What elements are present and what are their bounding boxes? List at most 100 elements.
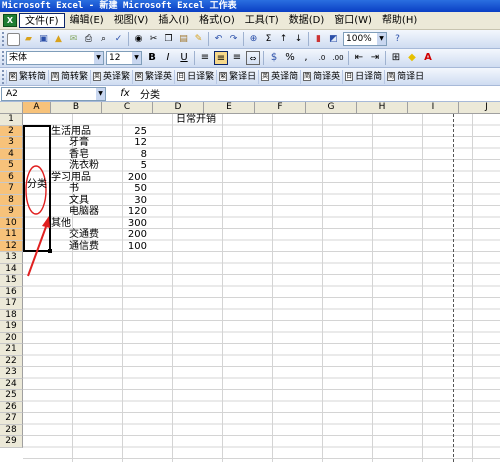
formula-input[interactable]: 分类: [134, 86, 160, 101]
percent-button[interactable]: %: [283, 51, 297, 65]
row-header-21[interactable]: 21: [0, 344, 23, 356]
cell-c-value[interactable]: 50: [103, 183, 147, 194]
menu-format[interactable]: 格式(O): [194, 13, 240, 28]
permission-icon[interactable]: ▲: [52, 33, 65, 46]
translate-button-8[interactable]: 日日译简: [342, 69, 384, 84]
column-header-g[interactable]: G: [306, 102, 357, 114]
translate-button-7[interactable]: 简简译英: [300, 69, 342, 84]
menu-tools[interactable]: 工具(T): [240, 13, 284, 28]
translate-button-6[interactable]: 英英译简: [258, 69, 300, 84]
sort-desc-icon[interactable]: ↓: [292, 33, 305, 46]
redo-icon[interactable]: ↷: [227, 33, 240, 46]
column-header-f[interactable]: F: [255, 102, 306, 114]
align-left-icon[interactable]: ≡: [198, 51, 212, 65]
row-header-18[interactable]: 18: [0, 309, 23, 321]
column-header-i[interactable]: I: [408, 102, 459, 114]
cell-c-value[interactable]: 12: [103, 137, 147, 148]
row-header-27[interactable]: 27: [0, 413, 23, 425]
translate-button-0[interactable]: 繁繁转简: [6, 69, 48, 84]
column-header-h[interactable]: H: [357, 102, 408, 114]
comma-icon[interactable]: ,: [299, 51, 313, 65]
cell-c-value[interactable]: 300: [103, 218, 147, 229]
column-header-e[interactable]: E: [204, 102, 255, 114]
format-painter-icon[interactable]: ✎: [192, 33, 205, 46]
merge-center-icon[interactable]: ⇔: [246, 51, 260, 65]
cell-c1-header[interactable]: 日常开销: [176, 114, 236, 125]
research-icon[interactable]: ◉: [132, 33, 145, 46]
cell-c-value[interactable]: 5: [103, 160, 147, 171]
cell-c-value[interactable]: 25: [103, 126, 147, 137]
underline-button[interactable]: U: [177, 51, 191, 65]
select-all-corner[interactable]: [0, 102, 23, 114]
row-header-29[interactable]: 29: [0, 436, 23, 448]
align-right-icon[interactable]: ≡: [230, 51, 244, 65]
row-header-24[interactable]: 24: [0, 378, 23, 390]
column-header-b[interactable]: B: [51, 102, 102, 114]
row-header-23[interactable]: 23: [0, 367, 23, 379]
cell-c-value[interactable]: 100: [103, 241, 147, 252]
copy-icon[interactable]: ❐: [162, 33, 175, 46]
row-header-1[interactable]: 1: [0, 114, 23, 126]
menu-data[interactable]: 数据(D): [284, 13, 330, 28]
new-icon[interactable]: [7, 32, 20, 46]
chart-wizard-icon[interactable]: ▮: [312, 33, 325, 46]
align-center-icon[interactable]: ≡: [214, 51, 228, 65]
row-header-16[interactable]: 16: [0, 286, 23, 298]
email-icon[interactable]: ✉: [67, 33, 80, 46]
row-header-8[interactable]: 8: [0, 194, 23, 206]
translate-button-2[interactable]: 英英译繁: [90, 69, 132, 84]
row-header-15[interactable]: 15: [0, 275, 23, 287]
column-header-d[interactable]: D: [153, 102, 204, 114]
translate-button-9[interactable]: 简简译日: [384, 69, 426, 84]
row-header-5[interactable]: 5: [0, 160, 23, 172]
open-icon[interactable]: ▰: [22, 33, 35, 46]
translate-button-4[interactable]: 日日译繁: [174, 69, 216, 84]
translate-button-1[interactable]: 简简转繁: [48, 69, 90, 84]
cell-area[interactable]: 日常开销 生活用品 25 牙膏 12 香皂 8 洗衣粉 5 学习用品 200 书 50 文具 30 电脑器 1…: [23, 114, 500, 462]
print-preview-icon[interactable]: ⌕: [97, 33, 110, 46]
row-header-25[interactable]: 25: [0, 390, 23, 402]
row-header-3[interactable]: 3: [0, 137, 23, 149]
menu-edit[interactable]: 编辑(E): [65, 13, 109, 28]
font-select[interactable]: 宋体 ▼: [6, 51, 104, 65]
font-size-select[interactable]: 12 ▼: [106, 51, 142, 65]
paste-icon[interactable]: ▤: [177, 33, 190, 46]
row-header-12[interactable]: 12: [0, 240, 23, 252]
cut-icon[interactable]: ✂: [147, 33, 160, 46]
increase-indent-icon[interactable]: ⇥: [368, 51, 382, 65]
print-icon[interactable]: ⎙: [82, 33, 95, 46]
help-icon[interactable]: ?: [391, 33, 404, 46]
row-header-13[interactable]: 13: [0, 252, 23, 264]
save-icon[interactable]: ▣: [37, 33, 50, 46]
translate-button-3[interactable]: 繁繁译英: [132, 69, 174, 84]
autosum-icon[interactable]: Σ: [262, 33, 275, 46]
row-header-4[interactable]: 4: [0, 148, 23, 160]
fill-color-icon[interactable]: ◆: [405, 51, 419, 65]
decrease-indent-icon[interactable]: ⇤: [352, 51, 366, 65]
row-header-22[interactable]: 22: [0, 355, 23, 367]
increase-decimal-icon[interactable]: .0: [315, 51, 329, 65]
sort-asc-icon[interactable]: ↑: [277, 33, 290, 46]
translate-button-5[interactable]: 繁繁译日: [216, 69, 258, 84]
fx-icon[interactable]: fx: [116, 88, 134, 99]
merged-cell-a-category[interactable]: 分类: [27, 178, 47, 204]
menu-file[interactable]: 文件(F): [19, 13, 65, 28]
cell-c-value[interactable]: 30: [103, 195, 147, 206]
bold-button[interactable]: B: [145, 51, 159, 65]
column-header-j[interactable]: J: [459, 102, 500, 114]
drawing-icon[interactable]: ◩: [327, 33, 340, 46]
zoom-select[interactable]: 100% ▼: [343, 32, 387, 46]
excel-icon[interactable]: X: [3, 14, 17, 27]
row-header-14[interactable]: 14: [0, 263, 23, 275]
cell-c-value[interactable]: 8: [103, 149, 147, 160]
menu-window[interactable]: 窗口(W): [329, 13, 377, 28]
row-header-11[interactable]: 11: [0, 229, 23, 241]
column-header-a[interactable]: A: [23, 102, 51, 114]
column-header-c[interactable]: C: [102, 102, 153, 114]
row-header-9[interactable]: 9: [0, 206, 23, 218]
borders-icon[interactable]: ⊞: [389, 51, 403, 65]
cell-c-value[interactable]: 200: [103, 172, 147, 183]
menu-help[interactable]: 帮助(H): [377, 13, 422, 28]
currency-icon[interactable]: $: [267, 51, 281, 65]
undo-icon[interactable]: ↶: [212, 33, 225, 46]
